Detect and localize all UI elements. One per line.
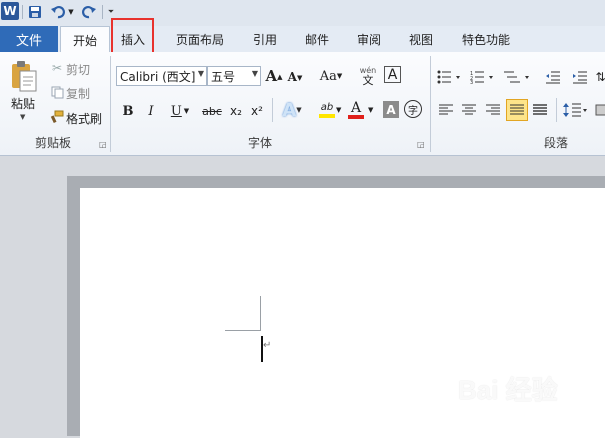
- group-divider: [556, 98, 557, 122]
- shrink-font-button[interactable]: A ▼: [287, 68, 303, 86]
- watermark-url: jingyan.baidu.com: [468, 405, 557, 417]
- change-case-button[interactable]: Aa ▼: [318, 66, 344, 86]
- chevron-down-icon: ▼: [296, 106, 302, 114]
- phonetic-bottom-text: 文: [362, 74, 374, 87]
- strikethrough-button[interactable]: abc: [200, 101, 224, 121]
- distributed-button[interactable]: [531, 101, 549, 119]
- copy-label[interactable]: 复制: [66, 85, 90, 102]
- group-divider: [430, 56, 431, 152]
- font-group-label: 字体: [247, 136, 272, 150]
- cut-label[interactable]: 剪切: [66, 61, 90, 78]
- paste-dropdown-icon[interactable]: ▼: [20, 113, 25, 121]
- font-name-select[interactable]: Calibri (西文] ▼: [116, 66, 207, 86]
- line-spacing-button[interactable]: [562, 100, 590, 120]
- change-case-icon: Aa: [319, 68, 337, 84]
- char-border-button[interactable]: A: [384, 66, 401, 83]
- tab-file[interactable]: 文件: [0, 26, 58, 52]
- tab-review[interactable]: 审阅: [349, 26, 389, 52]
- tab-references[interactable]: 引用: [245, 26, 285, 52]
- tab-mailings[interactable]: 邮件: [297, 26, 337, 52]
- bold-button[interactable]: B: [120, 101, 136, 121]
- text-effect-button[interactable]: A ▼: [280, 99, 304, 121]
- text-effect-icon: A: [282, 99, 297, 121]
- multilevel-list-button[interactable]: [503, 68, 533, 86]
- clipboard-launcher-icon[interactable]: ◲: [99, 140, 107, 149]
- chevron-down-icon[interactable]: ▼: [336, 106, 341, 114]
- font-name-value: Calibri (西文]: [120, 69, 196, 84]
- format-painter-label[interactable]: 格式刷: [66, 110, 102, 127]
- undo-dropdown-icon[interactable]: ▼: [67, 3, 75, 21]
- watermark-logo: Bai 经验: [458, 375, 558, 405]
- underline-button[interactable]: U ▼: [167, 101, 193, 121]
- font-size-select[interactable]: 五号 ▼: [207, 66, 261, 86]
- highlight-color-bar: [319, 114, 335, 118]
- chevron-down-icon: ▼: [183, 107, 190, 115]
- align-center-button[interactable]: [460, 101, 478, 119]
- clipboard-group-label: 剪贴板: [34, 136, 71, 150]
- justify-button[interactable]: [506, 99, 528, 121]
- font-color-button[interactable]: A: [347, 99, 365, 121]
- paste-label[interactable]: 粘贴: [11, 95, 35, 112]
- char-shading-button[interactable]: A: [383, 101, 399, 118]
- numbering-button[interactable]: 123: [469, 68, 497, 86]
- align-left-button[interactable]: [437, 101, 455, 119]
- undo-icon[interactable]: [50, 3, 66, 21]
- group-divider: [272, 98, 273, 122]
- font-launcher-icon[interactable]: ◲: [417, 140, 425, 149]
- italic-button[interactable]: I: [143, 101, 159, 121]
- redo-icon[interactable]: [81, 3, 97, 21]
- group-divider: [110, 56, 111, 152]
- tab-view[interactable]: 视图: [401, 26, 441, 52]
- shading-icon[interactable]: [595, 101, 605, 119]
- phonetic-guide-button[interactable]: wén 文: [358, 64, 378, 88]
- word-app-icon[interactable]: W: [1, 2, 19, 20]
- sort-icon[interactable]: ⇅: [596, 68, 605, 86]
- align-right-button[interactable]: [484, 101, 502, 119]
- chevron-down-icon: ▼: [197, 69, 204, 78]
- enclose-char-button[interactable]: 字: [404, 100, 422, 118]
- subscript-button[interactable]: x₂: [227, 101, 245, 121]
- margin-corner-mark: [225, 330, 261, 331]
- superscript-button[interactable]: x²: [248, 101, 266, 121]
- save-icon[interactable]: [27, 3, 43, 21]
- highlight-icon: ab: [320, 102, 334, 113]
- grow-font-icon: A: [265, 67, 278, 85]
- svg-text:3: 3: [470, 80, 473, 84]
- toolbar-divider: [22, 5, 23, 19]
- toolbar-divider: [102, 5, 103, 19]
- font-color-icon: A: [350, 100, 362, 116]
- paragraph-mark-icon: ↵: [263, 340, 272, 351]
- underline-icon: U: [170, 103, 182, 119]
- format-painter-icon[interactable]: [49, 109, 64, 124]
- tab-page-layout[interactable]: 页面布局: [168, 26, 232, 52]
- grow-font-button[interactable]: A ▲: [265, 66, 283, 86]
- chevron-down-icon: ▼: [336, 72, 343, 80]
- decrease-indent-button[interactable]: [543, 68, 563, 86]
- paragraph-group-label: 段落: [543, 136, 568, 150]
- shrink-font-arrow-icon: ▼: [296, 72, 303, 82]
- grow-font-arrow-icon: ▲: [277, 71, 283, 81]
- font-color-bar: [348, 115, 364, 119]
- font-size-value: 五号: [211, 69, 236, 84]
- shrink-font-icon: A: [287, 70, 297, 84]
- char-border-icon: A: [387, 66, 398, 83]
- cut-icon[interactable]: ✂: [50, 61, 64, 75]
- chevron-down-icon[interactable]: ▼: [368, 106, 373, 114]
- copy-icon[interactable]: [50, 85, 64, 99]
- tab-features[interactable]: 特色功能: [455, 26, 517, 52]
- chevron-down-icon: ▼: [251, 69, 258, 78]
- paste-icon[interactable]: [6, 58, 40, 94]
- margin-corner-mark: [260, 296, 261, 331]
- bullets-button[interactable]: [436, 68, 464, 86]
- tab-home[interactable]: 开始: [60, 26, 110, 53]
- increase-indent-button[interactable]: [570, 68, 590, 86]
